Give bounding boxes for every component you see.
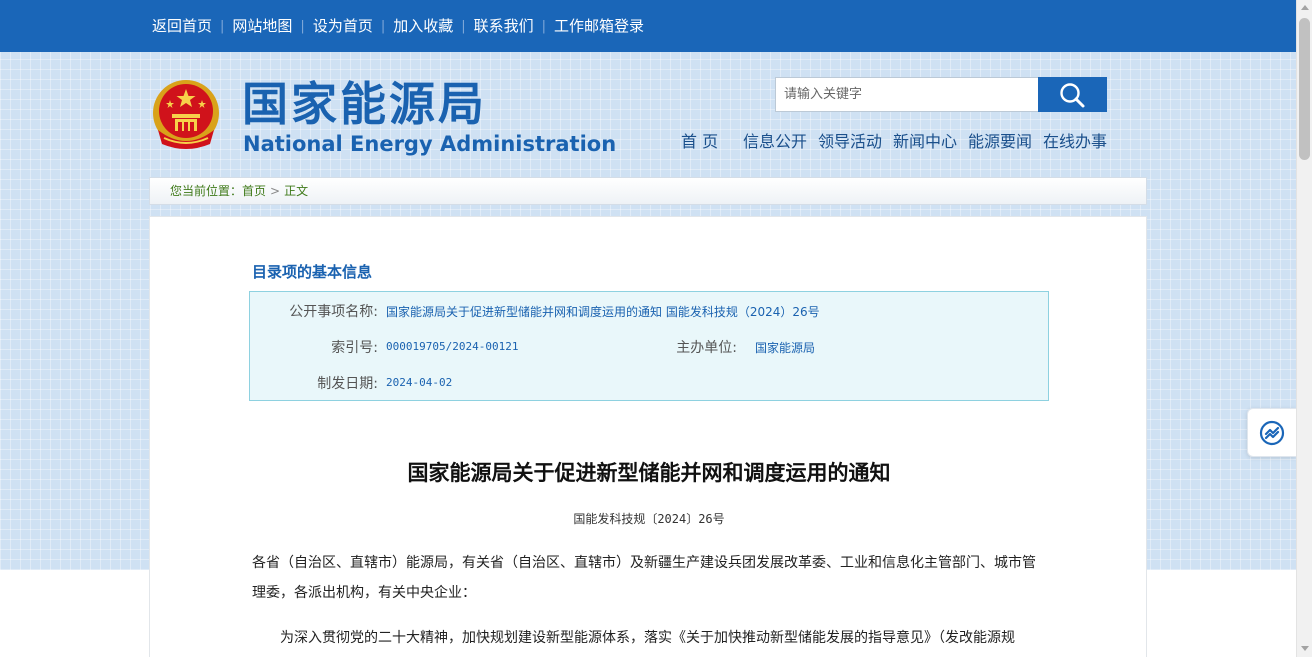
page-viewport: 返回首页 | 网站地图 | 设为首页 | 加入收藏 | 联系我们 | 工作邮箱登… — [0, 0, 1296, 657]
catalog-info-box: 公开事项名称: 国家能源局关于促进新型储能并网和调度运用的通知 国能发科技规（2… — [249, 291, 1049, 401]
catalog-org-label: 主办单位: — [676, 340, 737, 356]
top-links: 返回首页 | 网站地图 | 设为首页 | 加入收藏 | 联系我们 | 工作邮箱登… — [152, 0, 644, 52]
breadcrumb-home-link[interactable]: 首页 — [242, 184, 266, 198]
document-number: 国能发科技规〔2024〕26号 — [573, 512, 725, 526]
nav-item-online-service[interactable]: 在线办事 — [1043, 131, 1107, 153]
nav-item-news-center[interactable]: 新闻中心 — [893, 131, 957, 153]
nav-item-energy-news[interactable]: 能源要闻 — [968, 131, 1032, 153]
top-bar: 返回首页 | 网站地图 | 设为首页 | 加入收藏 | 联系我们 | 工作邮箱登… — [0, 0, 1296, 52]
top-link-separator: | — [461, 18, 466, 34]
top-link-separator: | — [380, 18, 386, 34]
top-link-separator: | — [541, 18, 547, 34]
article-paragraph-line: 为深入贯彻党的二十大精神，加快规划建设新型能源体系，落实《关于加快推动新型储能发… — [280, 630, 1015, 646]
catalog-date-label: 制发日期: — [317, 376, 378, 392]
article-title: 国家能源局关于促进新型储能并网和调度运用的通知 — [407, 460, 891, 485]
site-title-cn[interactable]: 国家能源局 — [242, 76, 487, 132]
floating-assistant-button[interactable] — [1247, 408, 1296, 457]
catalog-index-value: 000019705/2024-00121 — [386, 340, 519, 353]
catalog-name-label: 公开事项名称: — [289, 304, 378, 320]
breadcrumb: 您当前位置：首页 > 正文 — [149, 177, 1147, 205]
nav-item-info-disclosure[interactable]: 信息公开 — [743, 131, 807, 153]
page-scrollbar[interactable] — [1296, 0, 1312, 657]
content-panel: 目录项的基本信息 公开事项名称: 国家能源局关于促进新型储能并网和调度运用的通知… — [149, 216, 1147, 657]
chevron-right-icon: > — [270, 184, 281, 198]
article-paragraph-line: 理委，各派出机构，有关中央企业： — [252, 585, 476, 601]
nav-item-leader-activities[interactable]: 领导活动 — [818, 131, 882, 153]
top-link-set-homepage[interactable]: 设为首页 — [313, 0, 373, 52]
top-link-mail-login[interactable]: 工作邮箱登录 — [554, 0, 644, 52]
scroll-thumb[interactable] — [1299, 18, 1310, 160]
search-input[interactable] — [775, 77, 1039, 112]
top-link-contact[interactable]: 联系我们 — [474, 0, 534, 52]
breadcrumb-current: 正文 — [284, 184, 309, 198]
assistant-icon — [1259, 420, 1285, 445]
top-link-sitemap[interactable]: 网站地图 — [232, 0, 292, 52]
search-icon — [1060, 83, 1085, 108]
scroll-up-icon[interactable] — [1301, 5, 1309, 10]
catalog-name-value: 国家能源局关于促进新型储能并网和调度运用的通知 国能发科技规（2024）26号 — [386, 305, 820, 319]
top-link-home[interactable]: 返回首页 — [152, 0, 212, 52]
site-title-en[interactable]: National Energy Administration — [243, 131, 616, 157]
search-button[interactable] — [1038, 77, 1107, 112]
top-link-separator: | — [220, 18, 225, 34]
catalog-date-value: 2024-04-02 — [386, 376, 453, 389]
catalog-index-label: 索引号: — [331, 340, 378, 356]
catalog-section-title: 目录项的基本信息 — [252, 263, 373, 281]
national-emblem-icon[interactable] — [150, 78, 222, 152]
top-link-bookmark[interactable]: 加入收藏 — [393, 0, 453, 52]
nav-item-home[interactable]: 首 页 — [681, 131, 718, 153]
breadcrumb-prefix: 您当前位置： — [170, 184, 243, 198]
top-link-separator: | — [300, 18, 305, 34]
scroll-down-icon[interactable] — [1301, 646, 1309, 651]
catalog-org-value: 国家能源局 — [755, 341, 816, 355]
article-paragraph-line: 各省（自治区、直辖市）能源局，有关省（自治区、直辖市）及新疆生产建设兵团发展改革… — [252, 555, 1036, 571]
